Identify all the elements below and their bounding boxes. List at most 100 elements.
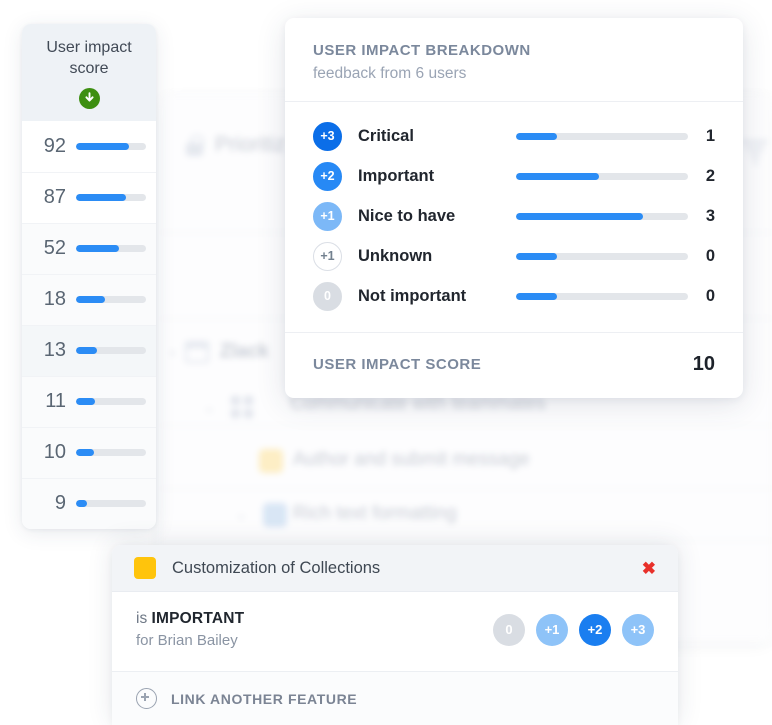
feature-card-body: is IMPORTANT for Brian Bailey 0 +1 +2 +3 (112, 592, 678, 671)
score-bar-track (76, 194, 146, 202)
arrow-down-icon[interactable] (78, 87, 100, 109)
feature-rating-user: for Brian Bailey (136, 632, 238, 649)
score-value: 87 (43, 186, 66, 209)
impact-count: 0 (705, 246, 715, 265)
score-row[interactable]: 87 (22, 171, 156, 223)
impact-bar-track (516, 172, 688, 180)
impact-score-value: 10 (692, 353, 715, 375)
score-bar-track (76, 142, 146, 150)
score-bar-track (76, 296, 146, 304)
score-bar-fill (76, 194, 127, 202)
feature-rating-text: is IMPORTANT for Brian Bailey (136, 610, 493, 649)
background-tree-row: › Zlack (170, 341, 269, 363)
breakdown-footer: USER IMPACT SCORE 10 (285, 332, 743, 398)
close-icon[interactable]: ✖ (638, 558, 660, 579)
score-row[interactable]: 13 (22, 324, 156, 376)
impact-level-badge: +1 (313, 201, 342, 231)
chevron-down-icon: ⌄ (235, 506, 248, 523)
score-row[interactable]: 10 (22, 426, 156, 478)
score-bar-fill (76, 449, 94, 457)
link-another-feature-label: LINK ANOTHER FEATURE (171, 690, 358, 707)
impact-bar-track (516, 252, 688, 260)
impact-level-label: Not important (358, 286, 467, 305)
breakdown-row[interactable]: +2 Important 2 (313, 156, 715, 196)
impact-bar-track (516, 292, 688, 300)
score-bar-fill (76, 296, 105, 304)
impact-count: 3 (705, 206, 715, 225)
score-value: 10 (43, 441, 66, 464)
background-tree-label: Zlack (220, 341, 269, 362)
impact-bar-track (516, 132, 688, 140)
score-column-title: User impact score (46, 39, 132, 77)
score-bar-track (76, 347, 146, 355)
chevron-right-icon: › (170, 343, 175, 361)
score-value: 9 (54, 492, 66, 515)
breakdown-row[interactable]: +1 Unknown 0 (313, 236, 715, 276)
background-divider (160, 540, 772, 541)
score-row[interactable]: 92 (22, 120, 156, 172)
breakdown-title: USER IMPACT BREAKDOWN (313, 42, 531, 59)
impact-bar-track (516, 212, 688, 220)
user-impact-score-column: User impact score 92 87 52 18 13 11 10 9 (22, 24, 156, 529)
impact-level-badge: +1 (313, 241, 342, 271)
screen: Prioritiz › Zlack ⌄ Communicate with tea… (0, 0, 772, 725)
impact-score-label: USER IMPACT SCORE (313, 356, 482, 373)
breakdown-row[interactable]: 0 Not important 0 (313, 276, 715, 316)
impact-bar-fill (516, 252, 558, 260)
breakdown-row[interactable]: +1 Nice to have 3 (313, 196, 715, 236)
impact-level-badge: +3 (313, 121, 342, 151)
rating-option-selected[interactable]: +2 (579, 613, 611, 646)
impact-level-label: Unknown (358, 246, 433, 265)
background-divider (160, 488, 772, 489)
score-value: 18 (43, 288, 66, 311)
grid-icon (231, 396, 253, 418)
score-column-header[interactable]: User impact score (22, 24, 156, 121)
score-value: 11 (45, 390, 66, 413)
link-another-feature-button[interactable]: LINK ANOTHER FEATURE (112, 671, 678, 725)
score-value: 52 (43, 237, 66, 260)
lock-icon (186, 134, 204, 156)
feature-swatch-icon (263, 503, 287, 527)
breakdown-header: USER IMPACT BREAKDOWN feedback from 6 us… (285, 18, 743, 102)
plus-circle-icon (136, 688, 157, 709)
impact-bar-fill (516, 132, 558, 140)
user-impact-breakdown-card: USER IMPACT BREAKDOWN feedback from 6 us… (285, 18, 743, 398)
impact-level-label: Nice to have (358, 206, 456, 225)
impact-level-badge: 0 (313, 281, 342, 311)
rating-option[interactable]: +3 (622, 613, 654, 646)
feature-rating-line: is IMPORTANT (136, 610, 493, 628)
feature-card-header: Customization of Collections ✖ (112, 545, 678, 592)
impact-bar-fill (516, 172, 599, 180)
score-row[interactable]: 11 (22, 375, 156, 427)
impact-count: 0 (705, 286, 715, 305)
rating-option[interactable]: +1 (536, 613, 568, 646)
score-row[interactable]: 52 (22, 222, 156, 274)
is-label: is (136, 610, 148, 627)
impact-count: 2 (705, 166, 715, 185)
background-tree-row: Author and submit message (293, 449, 530, 471)
score-bar-fill (76, 245, 120, 253)
rating-option[interactable]: 0 (493, 613, 525, 646)
impact-count: 1 (705, 126, 715, 145)
score-bar-fill (76, 398, 95, 406)
impact-level-label: Critical (358, 126, 414, 145)
score-row[interactable]: 9 (22, 477, 156, 529)
background-locked-label: Prioritiz (215, 133, 286, 156)
feature-swatch-icon (134, 557, 156, 579)
score-bar-track (76, 449, 146, 457)
score-bar-fill (76, 142, 129, 150)
score-bar-track (76, 245, 146, 253)
impact-bar-fill (516, 292, 558, 300)
rating-level-label: IMPORTANT (151, 610, 245, 627)
breakdown-subtitle: feedback from 6 users (313, 65, 467, 82)
score-value: 92 (43, 134, 66, 157)
background-tree-label: Rich text formatting (293, 503, 457, 524)
score-bar-fill (76, 500, 87, 508)
feature-swatch-icon (259, 449, 283, 473)
score-value: 13 (43, 339, 66, 362)
impact-level-badge: +2 (313, 161, 342, 191)
score-row[interactable]: 18 (22, 273, 156, 325)
impact-level-label: Important (358, 166, 435, 185)
impact-bar-fill (516, 212, 644, 220)
breakdown-row[interactable]: +3 Critical 1 (313, 116, 715, 156)
